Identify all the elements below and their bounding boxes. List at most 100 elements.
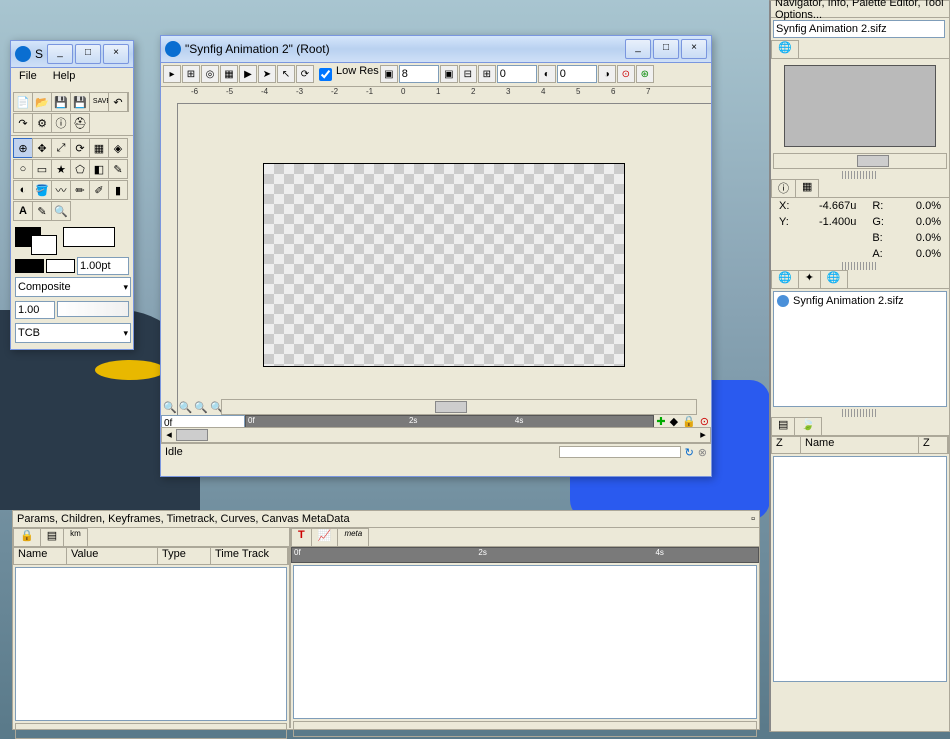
zoom-out-icon[interactable]: 🔍: [194, 401, 208, 415]
zoom-tool[interactable]: 🔍: [51, 201, 71, 221]
star-tool[interactable]: ★: [51, 159, 71, 179]
text-tool[interactable]: A: [13, 201, 33, 221]
children-tab[interactable]: ▤: [40, 528, 64, 546]
minimize-button[interactable]: _: [47, 44, 73, 64]
history-tab[interactable]: ✦: [798, 270, 821, 288]
new-file-button[interactable]: 📄: [13, 92, 33, 112]
width-tool[interactable]: ▮: [108, 180, 128, 200]
layer-list[interactable]: [773, 456, 947, 682]
gradient-start[interactable]: [15, 259, 44, 273]
lowres-checkbox[interactable]: [319, 68, 332, 81]
canvas-titlebar[interactable]: "Synfig Animation 2" (Root) _ □ ×: [161, 36, 711, 63]
save-as-button[interactable]: 💾: [70, 92, 90, 112]
zoom-in-icon[interactable]: 🔍: [179, 401, 193, 415]
timetrack-scrollbar-h[interactable]: [293, 721, 757, 737]
slider-left-icon[interactable]: ◂: [162, 428, 176, 442]
secondary-color[interactable]: [63, 227, 115, 247]
region-tool[interactable]: ◐: [13, 180, 33, 200]
timetrack-tab[interactable]: T: [291, 528, 312, 546]
eyedrop-tool[interactable]: ✏: [70, 180, 90, 200]
settings-button[interactable]: ⚙: [32, 113, 52, 133]
viewport[interactable]: [179, 105, 697, 399]
navigator-tab[interactable]: 🌐: [771, 40, 799, 58]
frame-a-input[interactable]: [497, 65, 537, 83]
navigator-preview[interactable]: [784, 65, 936, 147]
panel-gripper[interactable]: [842, 409, 878, 417]
onion-past-button[interactable]: ◐: [538, 65, 556, 83]
smooth-move-tool[interactable]: ✥: [32, 138, 52, 158]
play-button[interactable]: ⊛: [636, 65, 654, 83]
rectangle-tool[interactable]: ▭: [32, 159, 52, 179]
gradient-end[interactable]: [46, 259, 75, 273]
onion-future-button[interactable]: ◑: [598, 65, 616, 83]
spline-tool[interactable]: ✎: [108, 159, 128, 179]
draw-tool[interactable]: ✎: [32, 201, 52, 221]
params-scrollbar-h[interactable]: [15, 723, 287, 739]
menu-help[interactable]: Help: [49, 70, 80, 88]
stroke-width-input[interactable]: [77, 257, 129, 275]
canvas-browser-tab[interactable]: 🌐: [771, 270, 799, 288]
canvas-scrollbar-h[interactable]: [221, 399, 697, 415]
fill-color[interactable]: [31, 235, 57, 255]
close-button[interactable]: ×: [681, 39, 707, 59]
grid-snap-button[interactable]: ⊞: [182, 65, 200, 83]
fill-tool[interactable]: 🪣: [32, 180, 52, 200]
nav-zoom-slider[interactable]: [773, 153, 947, 169]
refresh-button[interactable]: ⟳: [296, 65, 314, 83]
curves-tab[interactable]: 📈: [311, 528, 339, 546]
toolbox-titlebar[interactable]: Sy... _ □ ×: [11, 41, 133, 68]
polygon-tool[interactable]: ⬠: [70, 159, 90, 179]
mirror-tool[interactable]: ▦: [89, 138, 109, 158]
interpolation-select[interactable]: TCB: [15, 323, 131, 343]
circle-tool[interactable]: ○: [13, 159, 33, 179]
layers-tab[interactable]: ▤: [771, 417, 795, 435]
select-tool-icon[interactable]: ↖: [277, 65, 295, 83]
nav-file-field[interactable]: [773, 20, 945, 38]
redo-button[interactable]: ↷: [13, 113, 33, 133]
arrow-tool-icon[interactable]: ➤: [258, 65, 276, 83]
caret-menu-button[interactable]: ▸: [163, 65, 181, 83]
undo-button[interactable]: ↶: [108, 92, 128, 112]
quality-input[interactable]: [399, 65, 439, 83]
refresh-icon[interactable]: ↻: [681, 446, 698, 459]
preview-button[interactable]: ▦: [220, 65, 238, 83]
canvas-list[interactable]: Synfig Animation 2.sifz: [773, 291, 947, 407]
grid-button[interactable]: ⊟: [459, 65, 477, 83]
onion-skin-button[interactable]: ◎: [201, 65, 219, 83]
blend-mode-select[interactable]: Composite: [15, 277, 131, 297]
render-button[interactable]: ▶: [239, 65, 257, 83]
maximize-button[interactable]: □: [653, 39, 679, 59]
gradient-tool[interactable]: ◧: [89, 159, 109, 179]
maximize-button[interactable]: □: [75, 44, 101, 64]
metadata-tab[interactable]: meta: [337, 528, 369, 546]
timetrack-area[interactable]: [293, 565, 757, 719]
panel-gripper[interactable]: [842, 171, 878, 179]
keyframes-tab[interactable]: km: [63, 528, 88, 546]
palette-tab[interactable]: ▦: [795, 179, 819, 197]
record-button[interactable]: ⊙: [617, 65, 635, 83]
time-slider[interactable]: ◂ ▸: [161, 427, 711, 443]
canvas-item[interactable]: Synfig Animation 2.sifz: [776, 294, 944, 308]
grid2-button[interactable]: ⊞: [478, 65, 496, 83]
open-file-button[interactable]: 📂: [32, 92, 52, 112]
params-tab[interactable]: 🔒: [13, 528, 41, 546]
params-list[interactable]: [15, 567, 287, 721]
info-tab[interactable]: ⓘ: [771, 179, 796, 197]
close-button[interactable]: ×: [103, 44, 129, 64]
opacity-slider[interactable]: [57, 301, 129, 317]
help-button[interactable]: ⛑: [70, 113, 90, 133]
menu-file[interactable]: File: [15, 70, 41, 88]
info-icon[interactable]: ⓘ: [51, 113, 71, 133]
curve-tool[interactable]: 〰: [51, 180, 71, 200]
minimize-button[interactable]: _: [625, 39, 651, 59]
perspective-tool[interactable]: ◈: [108, 138, 128, 158]
zoom-100-icon[interactable]: 🔍: [163, 401, 177, 415]
save-button[interactable]: 💾: [51, 92, 71, 112]
opacity-input[interactable]: [15, 301, 55, 319]
sketch-tool[interactable]: ✐: [89, 180, 109, 200]
cancel-icon[interactable]: ⊗: [698, 446, 707, 459]
quality-up-button[interactable]: ▣: [440, 65, 458, 83]
panel-close-icon[interactable]: ▫: [751, 513, 755, 525]
frame-b-input[interactable]: [557, 65, 597, 83]
quality-down-button[interactable]: ▣: [380, 65, 398, 83]
